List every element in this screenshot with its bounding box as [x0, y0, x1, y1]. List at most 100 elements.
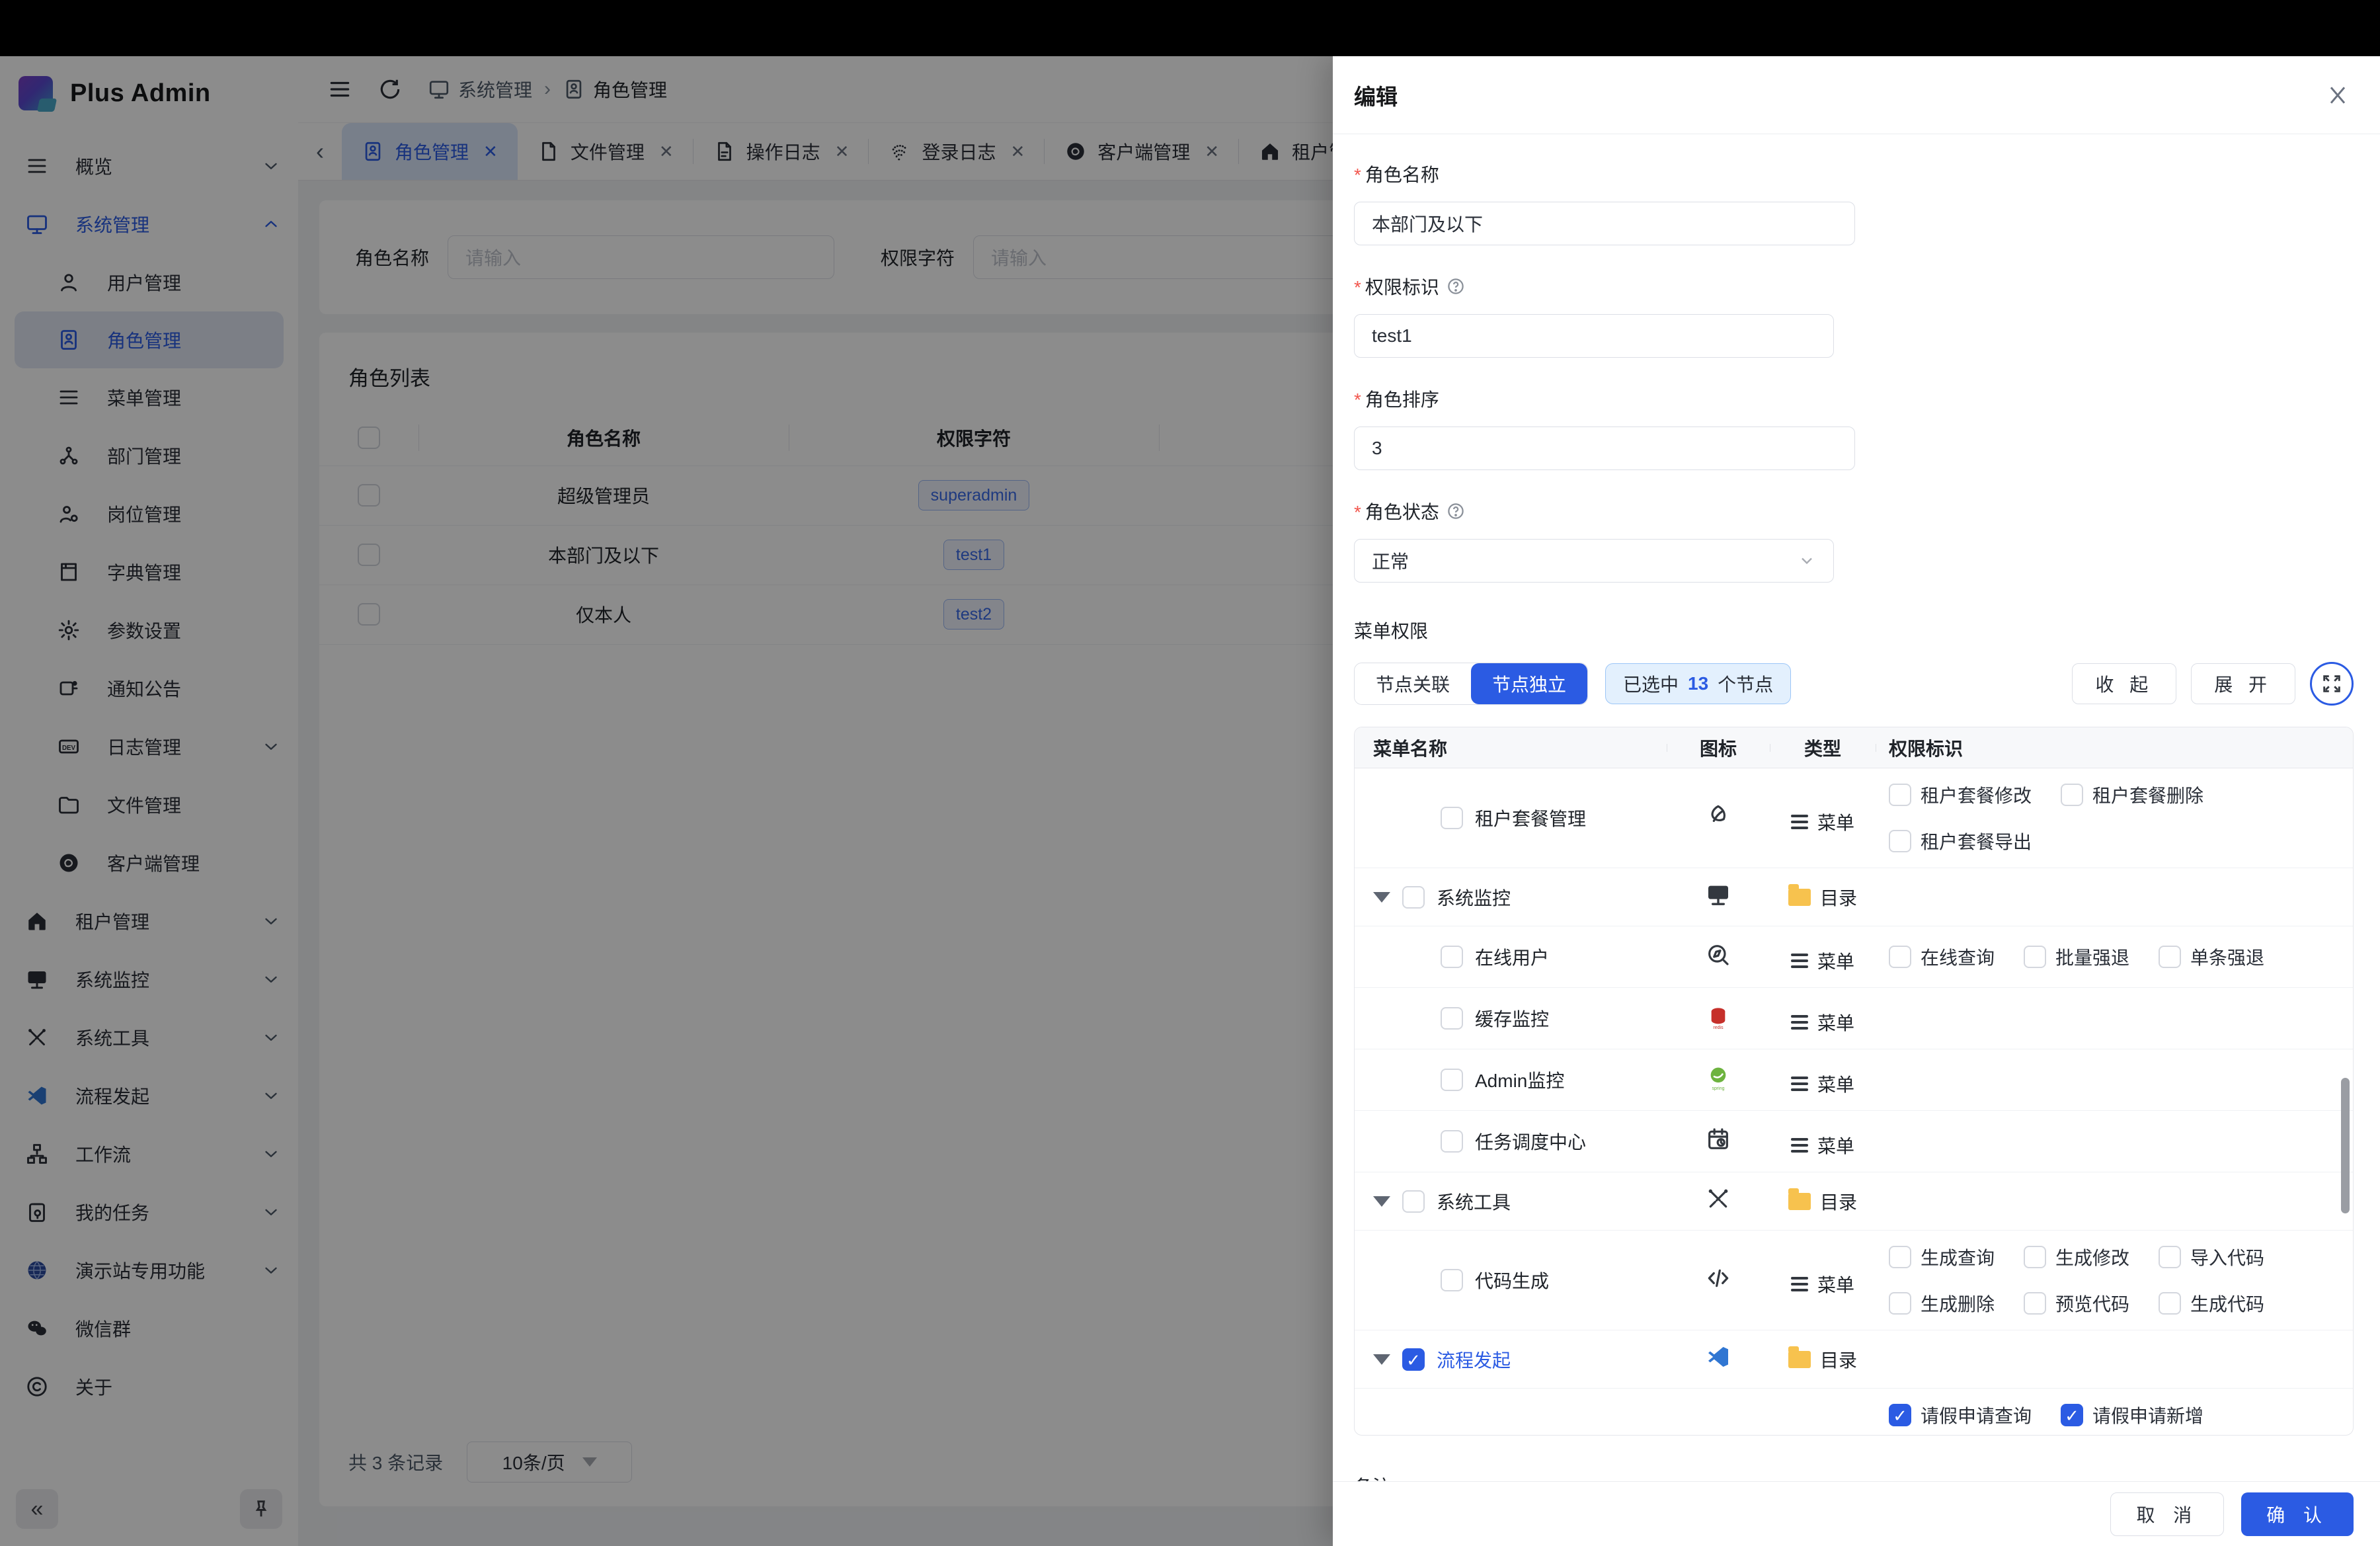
tree-column-类型: 类型 [1770, 735, 1876, 761]
node-type: 目录 [1788, 1346, 1857, 1373]
leaf-icon [1705, 803, 1731, 829]
perm-label: 生成修改 [2055, 1244, 2129, 1270]
perm-label: 租户套餐修改 [1921, 782, 2032, 808]
segment-节点关联[interactable]: 节点关联 [1355, 663, 1471, 704]
perm-checkbox[interactable] [2061, 784, 2083, 806]
svg-text:spring: spring [1712, 1086, 1724, 1091]
selected-suffix: 个节点 [1718, 671, 1773, 697]
question-circle-icon [1446, 276, 1466, 296]
perm-checkbox[interactable] [1889, 1292, 1911, 1315]
tree-row-请假申请: 请假申请 菜单 请假申请查询 请假申请新增 请假申请修改 请假申请删除 [1355, 1389, 2353, 1436]
perm-checkbox[interactable] [1889, 784, 1911, 806]
modal-overlay[interactable] [0, 56, 1333, 1546]
node-checkbox[interactable] [1402, 886, 1425, 909]
node-label[interactable]: 流程发起 [1437, 1346, 1511, 1373]
node-checkbox[interactable] [1441, 1269, 1463, 1291]
collapse-all-button[interactable]: 收 起 [2072, 663, 2176, 704]
tree-row-系统工具: 系统工具 目录 [1355, 1172, 2353, 1231]
node-label[interactable]: 系统工具 [1437, 1188, 1511, 1215]
perm-label: 导入代码 [2190, 1244, 2264, 1270]
node-label[interactable]: Admin监控 [1475, 1067, 1564, 1093]
role-sort-input[interactable]: 3 [1354, 427, 1855, 470]
perm-checkbox[interactable] [1889, 1246, 1911, 1268]
folder-icon [1788, 1193, 1811, 1210]
drawer-footer: 取 消 确 认 [1333, 1481, 2380, 1546]
caret-down-icon[interactable] [1373, 1196, 1390, 1207]
code-icon [1705, 1265, 1731, 1291]
confirm-button[interactable]: 确 认 [2241, 1492, 2354, 1536]
perm-checkbox[interactable] [2024, 1292, 2046, 1315]
perm-批量强退: 批量强退 [2024, 944, 2129, 970]
node-checkbox[interactable] [1441, 1007, 1463, 1030]
node-checkbox[interactable] [1441, 1130, 1463, 1153]
perm-checkbox[interactable] [1889, 1404, 1911, 1426]
perm-请假申请新增: 请假申请新增 [2061, 1402, 2203, 1428]
role-form: 角色名称 本部门及以下 权限标识 test1 角色排序 3 角色状态 [1354, 161, 2354, 610]
expand-all-button[interactable]: 展 开 [2191, 663, 2295, 704]
perm-key-input[interactable]: test1 [1354, 314, 1834, 358]
node-label[interactable]: 系统监控 [1437, 884, 1511, 911]
perm-label: 租户套餐导出 [1921, 828, 2032, 854]
node-label[interactable]: 代码生成 [1475, 1267, 1549, 1293]
node-type-label: 菜单 [1817, 1009, 1854, 1036]
perm-生成代码: 生成代码 [2159, 1290, 2264, 1317]
node-checkbox[interactable] [1402, 1348, 1425, 1371]
node-type: 菜单 [1791, 948, 1854, 974]
tree-row-代码生成: 代码生成 菜单 生成查询 生成修改 导入代码 生成删除 预览代码 [1355, 1231, 2353, 1330]
perm-checkbox[interactable] [2159, 1292, 2181, 1315]
perm-checkbox[interactable] [2061, 1404, 2083, 1426]
node-checkbox[interactable] [1441, 807, 1463, 829]
tree-row-流程发起: 流程发起 目录 [1355, 1330, 2353, 1389]
perm-checkbox[interactable] [2159, 946, 2181, 968]
role-sort-label: 角色排序 [1354, 386, 1439, 412]
form-item-perm-key: 权限标识 test1 [1354, 273, 1834, 358]
perm-请假申请查询: 请假申请查询 [1889, 1402, 2032, 1428]
caret-down-icon[interactable] [1373, 892, 1390, 903]
form-item-role-status: 角色状态 正常 [1354, 498, 1834, 583]
perm-checkbox[interactable] [2024, 1246, 2046, 1268]
perm-label: 在线查询 [1921, 944, 1995, 970]
monitor-dark-icon [1705, 881, 1731, 908]
cancel-button[interactable]: 取 消 [2110, 1492, 2224, 1536]
node-type: 菜单 [1791, 1009, 1854, 1036]
node-checkbox[interactable] [1402, 1190, 1425, 1213]
tree-column-图标: 图标 [1667, 735, 1770, 761]
node-label[interactable]: 缓存监控 [1475, 1005, 1549, 1032]
tools-icon [1705, 1186, 1731, 1212]
edit-drawer: 编辑 角色名称 本部门及以下 权限标识 test1 角色排序 3 角色状态 [1333, 56, 2380, 1546]
node-mode-segmented: 节点关联节点独立 [1354, 663, 1588, 705]
node-checkbox[interactable] [1441, 1069, 1463, 1091]
node-type-label: 目录 [1820, 1188, 1857, 1215]
perm-checkbox[interactable] [1889, 830, 1911, 852]
svg-text:redis: redis [1713, 1026, 1724, 1030]
perm-checkbox[interactable] [2024, 946, 2046, 968]
tree-scrollbar[interactable] [2341, 1078, 2350, 1213]
tree-row-缓存监控: 缓存监控 redis 菜单 [1355, 988, 2353, 1049]
segment-节点独立[interactable]: 节点独立 [1471, 663, 1587, 704]
perm-checkbox[interactable] [1889, 946, 1911, 968]
node-label[interactable]: 在线用户 [1475, 944, 1549, 970]
perm-生成修改: 生成修改 [2024, 1244, 2129, 1270]
menu-perm-toolbar: 节点关联节点独立 已选中 13 个节点 收 起 展 开 [1354, 662, 2354, 706]
close-icon[interactable] [2324, 82, 2351, 108]
menu-type-icon [1791, 954, 1808, 956]
node-label[interactable]: 租户套餐管理 [1475, 805, 1586, 831]
fullscreen-icon [2320, 672, 2343, 695]
perm-生成删除: 生成删除 [1889, 1290, 1995, 1317]
fullscreen-button[interactable] [2310, 662, 2354, 706]
tree-row-任务调度中心: 任务调度中心 菜单 [1355, 1111, 2353, 1172]
menu-type-icon [1791, 815, 1808, 817]
caret-down-icon[interactable] [1373, 1354, 1390, 1365]
node-type-label: 菜单 [1817, 948, 1854, 974]
perm-checkbox[interactable] [2159, 1246, 2181, 1268]
tree-row-租户套餐管理: 租户套餐管理 菜单 租户套餐修改 租户套餐删除 租户套餐导出 [1355, 768, 2353, 868]
node-checkbox[interactable] [1441, 946, 1463, 968]
drawer-header: 编辑 [1333, 56, 2380, 134]
node-type-label: 目录 [1820, 1346, 1857, 1373]
role-status-select[interactable]: 正常 [1354, 539, 1834, 583]
role-name-input[interactable]: 本部门及以下 [1354, 202, 1855, 245]
menu-perm-title: 菜单权限 [1354, 617, 2354, 643]
perm-租户套餐修改: 租户套餐修改 [1889, 782, 2032, 808]
node-label[interactable]: 任务调度中心 [1475, 1128, 1586, 1155]
menu-type-icon [1791, 1015, 1808, 1018]
